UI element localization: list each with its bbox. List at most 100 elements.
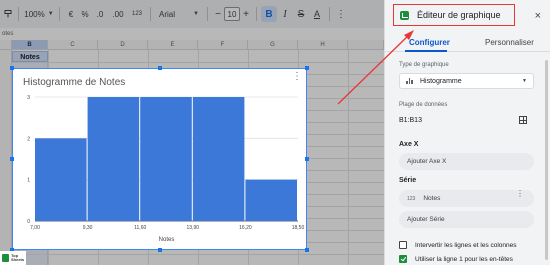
chart-type-dropdown[interactable]: Histogramme ▼	[399, 73, 534, 89]
chart-icon	[400, 10, 409, 20]
use-row-headers-checkbox[interactable]	[399, 255, 407, 263]
histogram-icon	[406, 78, 414, 84]
toolbar-divider	[59, 7, 60, 21]
logo-text: Top Sheets	[11, 254, 24, 262]
chevron-down-icon: ▼	[47, 11, 54, 17]
switch-rows-columns-checkbox[interactable]	[399, 241, 407, 249]
column-header-h[interactable]: H	[298, 40, 348, 50]
x-tick-label: 16,20	[239, 225, 252, 231]
sheets-logo-icon	[2, 254, 9, 262]
font-name: Arial	[159, 9, 176, 19]
corner-cell[interactable]	[0, 40, 12, 50]
font-size-input[interactable]: 10	[224, 7, 240, 21]
font-size-increase-button[interactable]: +	[240, 4, 252, 24]
data-range-input[interactable]: B1:B13	[399, 117, 422, 124]
increase-decimal-button[interactable]: .00	[108, 4, 128, 24]
paint-format-icon[interactable]	[2, 4, 14, 24]
toolbar-divider	[150, 7, 151, 21]
column-header-f[interactable]: F	[198, 40, 248, 50]
x-axis-title: Notes	[159, 237, 175, 243]
add-series-label: Ajouter Série	[407, 216, 445, 223]
strikethrough-button[interactable]: S	[293, 4, 309, 24]
x-tick-label: 9,30	[83, 225, 93, 231]
currency-button[interactable]: €	[64, 4, 78, 24]
panel-title-highlight: Éditeur de graphique	[393, 4, 515, 26]
histogram-bar	[192, 97, 245, 221]
column-header-e[interactable]: E	[148, 40, 198, 50]
use-row-headers-label: Utiliser la ligne 1 pour les en-têtes	[415, 255, 513, 263]
panel-title: Éditeur de graphique	[417, 10, 501, 20]
zoom-select[interactable]: 100% ▼	[23, 4, 55, 24]
column-header-d[interactable]: D	[98, 40, 148, 50]
italic-button[interactable]: I	[277, 4, 293, 24]
series-name: Notes	[423, 195, 441, 202]
bold-button[interactable]: B	[261, 6, 277, 22]
logo-line-2: Sheets	[11, 257, 25, 262]
y-tick-label: 2	[27, 136, 30, 142]
toolbar-divider	[207, 7, 208, 21]
x-tick-label: 13,90	[187, 225, 200, 231]
resize-handle[interactable]	[305, 248, 309, 252]
tab-personnaliser[interactable]: Personnaliser	[485, 38, 534, 47]
add-series-button[interactable]: Ajouter Série	[399, 211, 534, 228]
x-tick-label: 18,50	[292, 225, 305, 231]
percent-button[interactable]: %	[78, 4, 92, 24]
formula-bar[interactable]: otes	[0, 28, 384, 40]
chart-type-label: Type de graphique	[399, 62, 449, 68]
chevron-down-icon: ▼	[522, 78, 527, 84]
resize-handle[interactable]	[158, 66, 162, 70]
text-color-letter: A	[313, 9, 320, 19]
font-size-decrease-button[interactable]: −	[212, 4, 224, 24]
chart-plot-area: 01237,00 9,30 11,60 13,90 16,20 18,50Notes	[27, 95, 305, 243]
series-item[interactable]: 123 Notes ⋮	[399, 190, 534, 207]
resize-handle[interactable]	[10, 157, 14, 161]
decrease-decimal-button[interactable]: .0	[92, 4, 108, 24]
resize-handle[interactable]	[10, 66, 14, 70]
resize-handle[interactable]	[158, 248, 162, 252]
tab-configurer[interactable]: Configurer	[409, 38, 450, 47]
toolbar-divider	[256, 7, 257, 21]
x-axis-label: Axe X	[399, 141, 419, 148]
histogram-bar	[245, 179, 297, 221]
font-select[interactable]: Arial ▼	[155, 4, 203, 24]
column-header-b[interactable]: B	[12, 40, 48, 50]
chevron-down-icon: ▼	[193, 11, 199, 17]
chart-editor-panel: Éditeur de graphique × Configurer Person…	[384, 0, 550, 265]
close-icon[interactable]: ×	[535, 10, 541, 22]
grid-line	[12, 62, 384, 63]
text-color-button[interactable]: A	[309, 4, 325, 24]
more-options-icon[interactable]: ⋮	[334, 4, 348, 24]
header-cell-notes[interactable]: Notes	[12, 51, 48, 62]
switch-rows-columns-label: Intervertir les lignes et les colonnes	[415, 241, 517, 249]
switch-rows-columns-option[interactable]: Intervertir les lignes et les colonnes	[399, 241, 517, 249]
range-select-icon[interactable]	[519, 116, 527, 124]
use-row-headers-option[interactable]: Utiliser la ligne 1 pour les en-têtes	[399, 255, 513, 263]
histogram-chart[interactable]: Histogramme de Notes ⋮ 0 1 2 3 7,00 9,30 11,60…	[10, 66, 309, 252]
formula-bar-text: otes	[2, 31, 14, 37]
column-header-i[interactable]	[348, 40, 384, 50]
x-tick-label: 7,00	[30, 225, 40, 231]
y-tick-label: 3	[27, 95, 30, 101]
y-tick-label: 1	[27, 178, 30, 184]
number-format-button[interactable]: 123	[128, 4, 146, 24]
grid-line	[12, 254, 384, 255]
toolbar-divider	[18, 7, 19, 21]
toolbar-divider	[329, 7, 330, 21]
panel-tabs: Configurer Personnaliser	[385, 34, 550, 52]
x-tick-label: 11,60	[134, 225, 146, 231]
panel-scrollbar[interactable]	[545, 60, 548, 260]
panel-header: Éditeur de graphique ×	[385, 0, 550, 32]
series-label: Série	[399, 177, 417, 184]
column-header-g[interactable]: G	[248, 40, 298, 50]
column-header-c[interactable]: C	[48, 40, 98, 50]
resize-handle[interactable]	[305, 157, 309, 161]
add-x-axis-label: Ajouter Axe X	[407, 158, 447, 165]
resize-handle[interactable]	[305, 66, 309, 70]
more-vert-icon[interactable]: ⋮	[516, 190, 524, 198]
active-tab-indicator	[405, 50, 447, 52]
data-range-label: Plage de données	[399, 102, 448, 108]
histogram-bar	[35, 138, 87, 221]
zoom-value: 100%	[24, 9, 45, 19]
toolbar: 100% ▼ € % .0 .00 123 Arial ▼ − 10 + B I S…	[0, 0, 384, 28]
add-x-axis-button[interactable]: Ajouter Axe X	[399, 153, 534, 170]
